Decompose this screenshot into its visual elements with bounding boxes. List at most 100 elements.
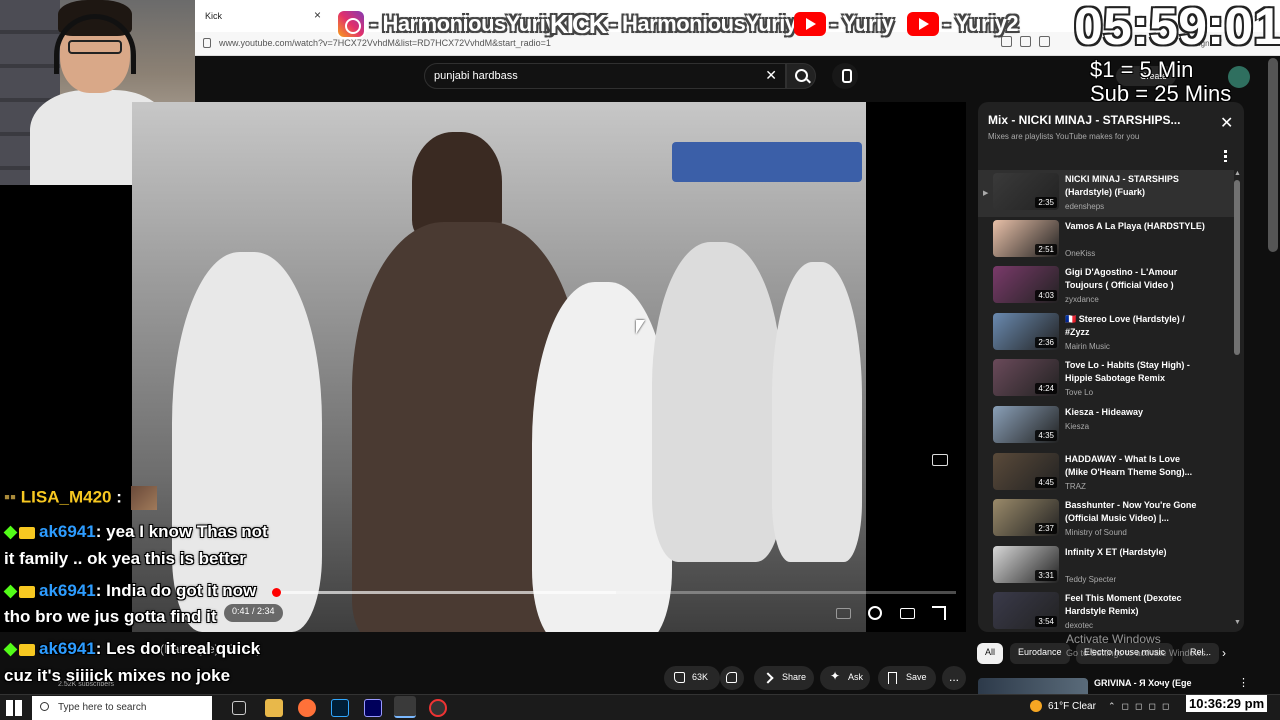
playlist-item[interactable]: 4:45 HADDAWAY - What Is Love (Mike O'Hear… (978, 450, 1234, 497)
weather-text: 61°F Clear (1048, 701, 1096, 712)
playlist-item[interactable]: 3:54 Feel This Moment (Dexotec Hardstyle … (978, 589, 1234, 632)
file-explorer-icon[interactable] (265, 699, 283, 717)
more-actions-button[interactable]: ... (942, 666, 966, 690)
playlist-panel: Mix - NICKI MINAJ - STARSHIPS... Mixes a… (978, 102, 1244, 632)
instagram-icon (336, 9, 366, 39)
playlist-item-title: 🇫🇷 Stereo Love (Hardstyle) / #Zyzz (1065, 313, 1185, 337)
playlist-item[interactable]: ▶ 2:35 NICKI MINAJ - STARSHIPS (Hardstyle)… (978, 170, 1234, 217)
taskbar-search-input[interactable]: Type here to search (32, 696, 212, 720)
crown-badge-icon (19, 585, 35, 598)
playlist-item[interactable]: 2:36 🇫🇷 Stereo Love (Hardstyle) / #Zyzz Ma… (978, 310, 1234, 357)
playlist-item-title: Kiesza - Hideaway (1065, 407, 1144, 417)
video-duration: 3:31 (1035, 569, 1057, 581)
like-button[interactable]: 63K (664, 666, 720, 690)
chat-message: cuz it's siiiick mixes no joke (4, 665, 230, 687)
playlist-item[interactable]: 4:24 Tove Lo - Habits (Stay High) - Hippi… (978, 356, 1234, 403)
ask-button[interactable]: ✦ Ask (820, 666, 870, 690)
chat-text: : Les do it real quick (95, 639, 261, 658)
search-button[interactable] (786, 63, 816, 89)
task-view-icon[interactable] (232, 701, 246, 715)
photoshop-icon[interactable] (331, 699, 349, 717)
star-icon[interactable] (1039, 36, 1050, 47)
bookmark-icon[interactable] (1020, 36, 1031, 47)
scroll-down-icon[interactable]: ▼ (1234, 619, 1241, 626)
activate-windows-title: Activate Windows (1066, 632, 1161, 646)
miniplayer-icon[interactable] (932, 454, 948, 466)
sparkle-icon: ✦ (830, 669, 841, 683)
playlist-item[interactable]: 3:31 Infinity X ET (Hardstyle) Teddy Spect… (978, 543, 1234, 590)
chip-eurodance[interactable]: Eurodance (1010, 643, 1070, 664)
sub-rate: Sub = 25 Mins (1090, 81, 1232, 106)
scrubber-handle[interactable] (272, 588, 281, 597)
chat-text: tho bro we jus gotta find it (4, 607, 217, 626)
more-options-icon[interactable] (1224, 150, 1227, 162)
time-display: 0:41 / 2:34 (224, 604, 283, 622)
obs-icon[interactable] (429, 699, 447, 717)
playlist-item[interactable]: 4:03 Gigi D'Agostino - L'Amour Toujours (… (978, 263, 1234, 310)
save-label: Save (906, 672, 927, 682)
lock-icon (203, 38, 211, 48)
page-scrollbar[interactable] (1268, 58, 1278, 252)
firefox-active-icon[interactable] (394, 696, 416, 718)
playlist-item[interactable]: 4:35 Kiesza - Hideaway Kiesza (978, 403, 1234, 450)
youtube-icon (907, 12, 939, 36)
playlist-item[interactable]: 2:51 Vamos A La Playa (HARDSTYLE) OneKiss (978, 217, 1234, 264)
playlist-item-title: Feel This Moment (Dexotec Hardstyle Remi… (1065, 593, 1182, 617)
playlist-item[interactable]: 2:37 Basshunter - Now You're Gone (Offici… (978, 496, 1234, 543)
avatar[interactable] (1228, 66, 1250, 88)
playlist-item-channel: Tove Lo (1065, 388, 1094, 398)
chat-message: ak6941: Les do it real quick (3, 638, 261, 660)
kick-handle: - HarmoniousYuriy (609, 11, 798, 36)
chat-message: tho bro we jus gotta find it (4, 606, 216, 628)
chat-message: it family .. ok yea this is better (4, 548, 246, 570)
social-youtube2: - Yuriy2 (907, 6, 1019, 42)
windows-start-icon[interactable] (6, 700, 22, 716)
browser-tab-kick[interactable]: Kick (199, 6, 329, 28)
chat-username: ak6941 (39, 581, 96, 600)
chip-all[interactable]: All (977, 643, 1004, 664)
tab-close-icon[interactable]: × (314, 8, 321, 22)
chevron-right-icon[interactable]: › (1222, 646, 1226, 660)
premiere-icon[interactable] (364, 699, 382, 717)
playlist-scrollbar[interactable] (1234, 180, 1240, 355)
chat-text: : yea I know Thas not (95, 522, 268, 541)
playlist-thumbnail: 2:51 (993, 219, 1059, 257)
thumbs-up-icon (674, 672, 685, 683)
video-duration: 2:37 (1035, 523, 1057, 535)
search-input[interactable]: punjabi hardbass ✕ (424, 63, 786, 89)
playlist-item-channel: Teddy Specter (1065, 574, 1117, 584)
system-tray[interactable]: ⌃◻◻◻◻ (1108, 701, 1175, 712)
theater-mode-icon[interactable] (900, 608, 915, 619)
video-duration: 2:35 (1035, 197, 1057, 208)
scroll-up-icon[interactable]: ▲ (1234, 170, 1241, 177)
playlist-item-channel: OneKiss (1065, 248, 1096, 258)
mouse-cursor-icon (636, 320, 645, 334)
close-playlist-icon[interactable]: ✕ (1220, 116, 1233, 132)
gear-icon[interactable] (868, 606, 882, 620)
playlist-thumbnail: 4:24 (993, 359, 1059, 397)
activate-windows-sub: Go to Settings to activate Windows. (1066, 648, 1209, 658)
firefox-icon[interactable] (298, 699, 316, 717)
share-icon (762, 672, 774, 684)
social-kick: KICK - HarmoniousYuriy (550, 6, 797, 42)
playlist-thumbnail: 2:35 (993, 173, 1059, 210)
chat-message: ▪▪ LISA_M420 : (4, 486, 157, 510)
progress-bar[interactable] (272, 588, 956, 597)
rec-more-icon[interactable]: ⋮ (1238, 676, 1249, 689)
fullscreen-icon[interactable] (932, 606, 946, 620)
chat-username: LISA_M420 (20, 487, 112, 507)
playlist-item-channel: dexotec (1065, 621, 1094, 631)
share-button[interactable]: Share (754, 666, 814, 690)
video-duration: 4:45 (1035, 476, 1057, 488)
save-button[interactable]: Save (878, 666, 936, 690)
verified-badge-icon (3, 642, 18, 657)
captions-icon[interactable] (836, 608, 851, 619)
donate-rate: $1 = 5 Min (1090, 57, 1194, 82)
clear-search-icon[interactable]: ✕ (765, 67, 777, 84)
instagram-handle: - HarmoniousYuriy (370, 11, 558, 36)
stream-timer: 05:59:01 (1074, 0, 1280, 56)
voice-search-button[interactable] (832, 63, 858, 89)
playlist-item-channel: edensheps (1065, 202, 1105, 211)
dislike-button[interactable] (720, 666, 744, 690)
chat-message: ak6941: India do got it now (3, 580, 256, 602)
